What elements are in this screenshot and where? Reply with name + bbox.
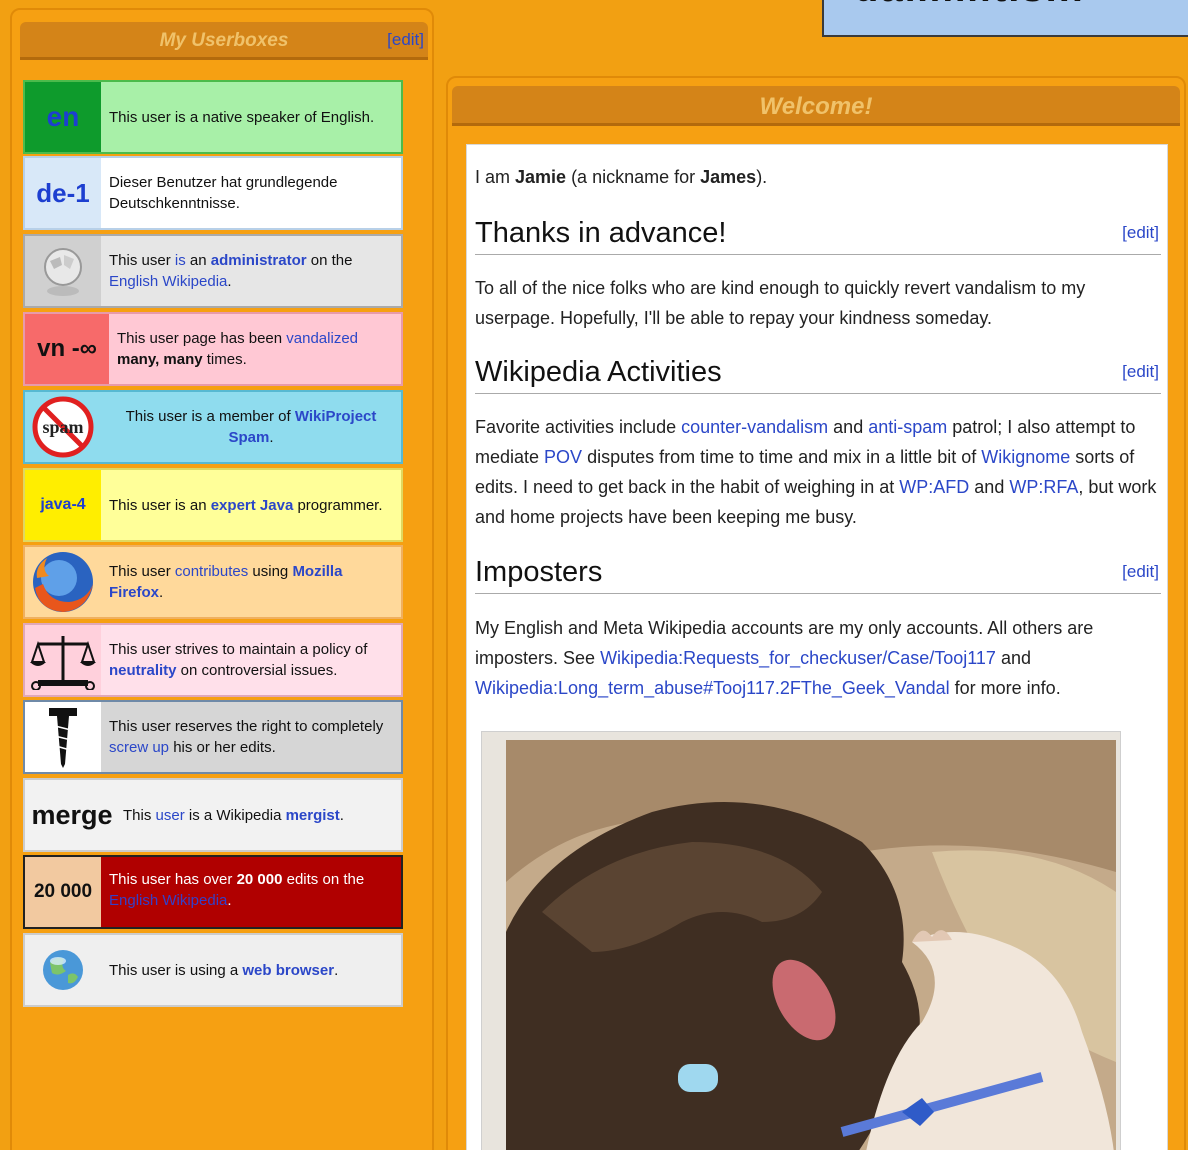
userbox-vandalized: vn -∞ This user page has been vandalized… (23, 312, 403, 386)
userbox-text: This user is a Wikipedia mergist. (123, 806, 344, 824)
userbox-text: This user page has been vandalized many, … (117, 330, 358, 368)
userbox-english: en This user is a native speaker of Engl… (23, 80, 403, 154)
wp-afd-link[interactable]: WP:AFD (899, 477, 969, 497)
userboxes-edit-link[interactable]: [edit] (387, 30, 424, 50)
userbox-code: merge (25, 780, 119, 850)
scales-icon (25, 625, 101, 695)
section-title: Thanks in advance! (475, 217, 727, 249)
userboxes-title: My Userboxes (159, 30, 289, 51)
userbox-firefox: This user contributes using Mozilla Fire… (23, 545, 403, 619)
globe-browser-icon (25, 935, 101, 1005)
wp-rfa-link[interactable]: WP:RFA (1009, 477, 1078, 497)
pov-link[interactable]: POV (544, 447, 582, 467)
counter-vandalism-link[interactable]: counter-vandalism (681, 417, 828, 437)
userbox-code: de-1 (25, 158, 101, 228)
userbox-text: This user reserves the right to complete… (109, 718, 384, 756)
userbox-java: java-4 This user is an expert Java progr… (23, 468, 403, 542)
section-heading-imposters: Imposters [edit] (475, 552, 1161, 594)
userbox-mergist: merge This user is a Wikipedia mergist. (23, 778, 403, 852)
userbox-code: 20 000 (25, 857, 101, 927)
userbox-wikiproject-spam: spam This user is a member of WikiProjec… (23, 390, 403, 464)
neutrality-link[interactable]: neutrality (109, 662, 177, 679)
anti-spam-link[interactable]: anti-spam (868, 417, 947, 437)
top-banner-text: dammit.s... (854, 0, 1085, 11)
english-wikipedia-link[interactable]: English Wikipedia (109, 273, 227, 290)
userbox-web-browser: This user is using a web browser. (23, 933, 403, 1007)
userbox-text: Dieser Benutzer hat grundlegende Deutsch… (109, 174, 338, 212)
userbox-text: This user is an expert Java programmer. (109, 496, 383, 514)
userbox-code: java-4 (25, 470, 101, 540)
userbox-text: This user strives to maintain a policy o… (109, 641, 368, 679)
administrator-link[interactable]: administrator (211, 252, 307, 269)
contributes-link[interactable]: contributes (175, 563, 248, 580)
userbox-administrator: This user is an administrator on the Eng… (23, 234, 403, 308)
section-heading-activities: Wikipedia Activities [edit] (475, 352, 1161, 394)
screw-up-link[interactable]: screw up (109, 739, 169, 756)
userbox-edit-count: 20 000 This user has over 20 000 edits o… (23, 855, 403, 929)
imposters-paragraph: My English and Meta Wikipedia accounts a… (475, 618, 1094, 698)
user-link[interactable]: user (156, 807, 185, 824)
checkuser-case-link[interactable]: Wikipedia:Requests_for_checkuser/Case/To… (600, 648, 996, 668)
userbox-text: This user is an administrator on the Eng… (109, 252, 353, 290)
intro-text: I am Jamie (a nickname for James). (475, 167, 768, 187)
no-spam-icon: spam (25, 392, 101, 462)
section-edit-link[interactable]: [edit] (1122, 562, 1159, 582)
welcome-content: I am Jamie (a nickname for James). Thank… (466, 144, 1168, 1150)
mergist-link[interactable]: mergist (286, 807, 340, 824)
section-heading-thanks: Thanks in advance! [edit] (475, 213, 1161, 255)
web-browser-link[interactable]: web browser (242, 962, 334, 979)
firefox-icon (25, 547, 101, 617)
long-term-abuse-link[interactable]: Wikipedia:Long_term_abuse#Tooj117.2FThe_… (475, 678, 950, 698)
userboxes-header: My Userboxes [edit] (20, 22, 428, 60)
userbox-text: This user has over 20 000 edits on the E… (109, 871, 365, 909)
section-edit-link[interactable]: [edit] (1122, 223, 1159, 243)
top-banner-box: dammit.s... (822, 0, 1188, 37)
welcome-title: Welcome! (759, 93, 873, 120)
userbox-text: This user is using a web browser. (109, 961, 339, 979)
wikipedia-globe-icon (25, 236, 101, 306)
screw-icon (25, 702, 101, 772)
java-link[interactable]: Java (260, 497, 293, 514)
vandalized-link[interactable]: vandalized (286, 330, 358, 347)
userbox-text: This user is a native speaker of English… (109, 108, 375, 126)
wikignome-link[interactable]: Wikignome (981, 447, 1070, 467)
userbox-text: This user is a member of WikiProject Spa… (125, 408, 377, 446)
section-edit-link[interactable]: [edit] (1122, 362, 1159, 382)
userbox-screw-up: This user reserves the right to complete… (23, 700, 403, 774)
svg-text:spam: spam (42, 417, 83, 437)
section-title: Imposters (475, 556, 603, 588)
userbox-neutrality: This user strives to maintain a policy o… (23, 623, 403, 697)
userbox-german: de-1 Dieser Benutzer hat grundlegende De… (23, 156, 403, 230)
dog-and-cat-photo (481, 731, 1121, 1150)
activities-paragraph: Favorite activities include counter-vand… (475, 417, 1157, 527)
thanks-paragraph: To all of the nice folks who are kind en… (475, 278, 1086, 328)
is-link[interactable]: is (175, 252, 186, 269)
userbox-code: vn -∞ (25, 314, 109, 384)
expert-link[interactable]: expert (211, 497, 256, 514)
welcome-panel: Welcome! I am Jamie (a nickname for Jame… (446, 76, 1186, 1150)
welcome-header: Welcome! (452, 86, 1180, 126)
section-title: Wikipedia Activities (475, 356, 722, 388)
userbox-code: en (25, 82, 101, 152)
english-wikipedia-link[interactable]: English Wikipedia (109, 892, 227, 909)
userbox-text: This user contributes using Mozilla Fire… (109, 563, 343, 601)
